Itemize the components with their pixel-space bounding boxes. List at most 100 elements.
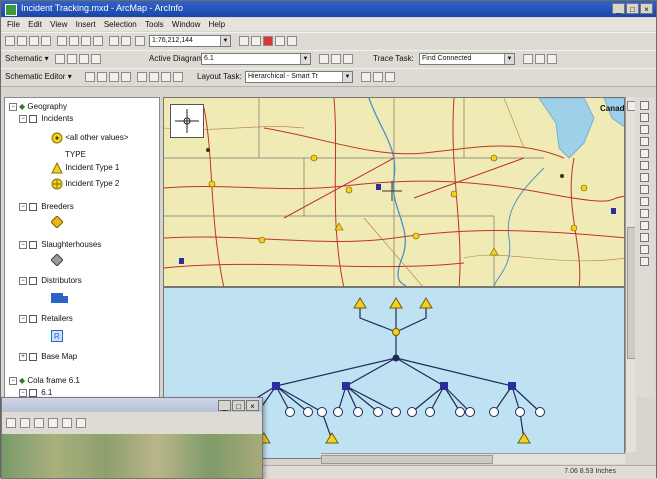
edit-tool-7-icon[interactable] — [161, 72, 171, 82]
toc-root[interactable]: − ◆ Geography — [9, 102, 67, 111]
print-icon[interactable] — [41, 36, 51, 46]
horizontal-scrollbar[interactable] — [321, 453, 625, 464]
maximize-button[interactable]: □ — [232, 400, 245, 411]
toc-layer-incidents[interactable]: − Incidents — [19, 114, 73, 123]
minimize-button[interactable]: _ — [612, 3, 625, 14]
chevron-down-icon[interactable]: ▼ — [504, 54, 514, 64]
redo-icon[interactable] — [121, 36, 131, 46]
layer-checkbox[interactable] — [29, 276, 37, 285]
cut-icon[interactable] — [57, 36, 67, 46]
full-extent-icon[interactable] — [640, 161, 649, 170]
find-icon[interactable] — [640, 233, 649, 242]
toc-layer-base-map[interactable]: + Base Map — [19, 352, 77, 361]
layer-checkbox[interactable] — [29, 314, 37, 323]
minimize-button[interactable]: _ — [218, 400, 231, 411]
collapse-icon[interactable]: − — [9, 102, 17, 111]
active-diagram-combo[interactable]: 6.1 ▼ — [201, 53, 311, 65]
layer-checkbox[interactable] — [29, 240, 37, 249]
toc-layer-slaughterhouses[interactable]: − Slaughterhouses — [19, 240, 101, 249]
schematic-tool-3-icon[interactable] — [79, 54, 89, 64]
scrollbar-thumb[interactable] — [321, 455, 493, 464]
menu-help[interactable]: Help — [209, 18, 225, 31]
schematic-tool-4-icon[interactable] — [91, 54, 101, 64]
back-icon[interactable] — [640, 173, 649, 182]
undo-icon[interactable] — [109, 36, 119, 46]
close-button[interactable]: × — [640, 3, 653, 14]
arccatalog-icon[interactable] — [263, 36, 273, 46]
schematic-menu[interactable]: Schematic ▾ — [5, 54, 49, 63]
edit-tool-5-icon[interactable] — [137, 72, 147, 82]
layer-checkbox[interactable] — [29, 352, 37, 361]
menu-view[interactable]: View — [50, 18, 67, 31]
menu-edit[interactable]: Edit — [28, 18, 42, 31]
chevron-down-icon[interactable]: ▼ — [300, 54, 310, 64]
menu-selection[interactable]: Selection — [104, 18, 137, 31]
select-features-icon[interactable] — [640, 197, 649, 206]
zoom-icon[interactable] — [6, 418, 16, 428]
schematic-editor-menu[interactable]: Schematic Editor ▾ — [5, 72, 72, 81]
map-view[interactable]: Canada — [163, 97, 625, 287]
collapse-icon[interactable]: − — [19, 388, 27, 397]
hyperlink-icon[interactable] — [640, 257, 649, 266]
collapse-icon[interactable]: − — [19, 314, 27, 323]
arctoolbox-icon[interactable] — [251, 36, 261, 46]
edit-tool-8-icon[interactable] — [173, 72, 183, 82]
maximize-button[interactable]: □ — [626, 3, 639, 14]
fixed-zoom-in-icon[interactable] — [640, 125, 649, 134]
edit-tool-2-icon[interactable] — [97, 72, 107, 82]
select-elements-icon[interactable] — [640, 209, 649, 218]
menu-file[interactable]: File — [7, 18, 20, 31]
layout-tool-1-icon[interactable] — [361, 72, 371, 82]
layer-checkbox[interactable] — [29, 388, 37, 397]
chevron-down-icon[interactable]: ▼ — [220, 36, 230, 46]
model-builder-icon[interactable] — [275, 36, 285, 46]
delete-icon[interactable] — [93, 36, 103, 46]
text-smaller-icon[interactable] — [76, 418, 86, 428]
layout-tool-3-icon[interactable] — [385, 72, 395, 82]
collapse-icon[interactable]: − — [19, 114, 27, 123]
open-icon[interactable] — [17, 36, 27, 46]
menu-tools[interactable]: Tools — [145, 18, 164, 31]
zoom-in-icon[interactable] — [640, 101, 649, 110]
zoom-out-icon[interactable] — [640, 113, 649, 122]
measure-icon[interactable] — [640, 245, 649, 254]
edit-tool-3-icon[interactable] — [109, 72, 119, 82]
expand-icon[interactable]: + — [19, 352, 27, 361]
help-icon[interactable] — [287, 36, 297, 46]
forward-icon[interactable] — [640, 185, 649, 194]
menu-insert[interactable]: Insert — [76, 18, 96, 31]
text-larger-icon[interactable] — [62, 418, 72, 428]
save-icon[interactable] — [29, 36, 39, 46]
aerial-imagery[interactable] — [2, 434, 262, 478]
layout-task-combo[interactable]: Hierarchical - Smart Tr ▼ — [245, 71, 353, 83]
navigation-widget[interactable] — [170, 104, 204, 138]
schematic-tool-7-icon[interactable] — [343, 54, 353, 64]
sketch-icon[interactable] — [48, 418, 58, 428]
trace-task-combo[interactable]: Find Connected ▼ — [419, 53, 515, 65]
toc-layer-distributors[interactable]: − Distributors — [19, 276, 82, 285]
trace-tool-3-icon[interactable] — [547, 54, 557, 64]
edit-tool-1-icon[interactable] — [85, 72, 95, 82]
layer-checkbox[interactable] — [29, 202, 37, 211]
layer-checkbox[interactable] — [29, 114, 37, 123]
collapse-icon[interactable]: − — [19, 240, 27, 249]
trace-tool-2-icon[interactable] — [535, 54, 545, 64]
toc-layer-breeders[interactable]: − Breeders — [19, 202, 74, 211]
close-button[interactable]: × — [246, 400, 259, 411]
edit-tool-6-icon[interactable] — [149, 72, 159, 82]
toc-cola-sub[interactable]: − 6.1 — [19, 388, 52, 397]
chevron-down-icon[interactable]: ▼ — [342, 72, 352, 82]
menu-window[interactable]: Window — [172, 18, 200, 31]
scale-combo[interactable]: 1:76,212,144 ▼ — [149, 35, 231, 47]
annotation-icon[interactable] — [20, 418, 30, 428]
schematic-tool-2-icon[interactable] — [67, 54, 77, 64]
pan-icon[interactable] — [640, 149, 649, 158]
edit-tool-4-icon[interactable] — [121, 72, 131, 82]
trace-tool-1-icon[interactable] — [523, 54, 533, 64]
fixed-zoom-out-icon[interactable] — [640, 137, 649, 146]
paste-icon[interactable] — [81, 36, 91, 46]
schematic-tool-5-icon[interactable] — [319, 54, 329, 64]
collapse-icon[interactable]: − — [19, 202, 27, 211]
add-data-icon[interactable] — [135, 36, 145, 46]
layout-tool-2-icon[interactable] — [373, 72, 383, 82]
